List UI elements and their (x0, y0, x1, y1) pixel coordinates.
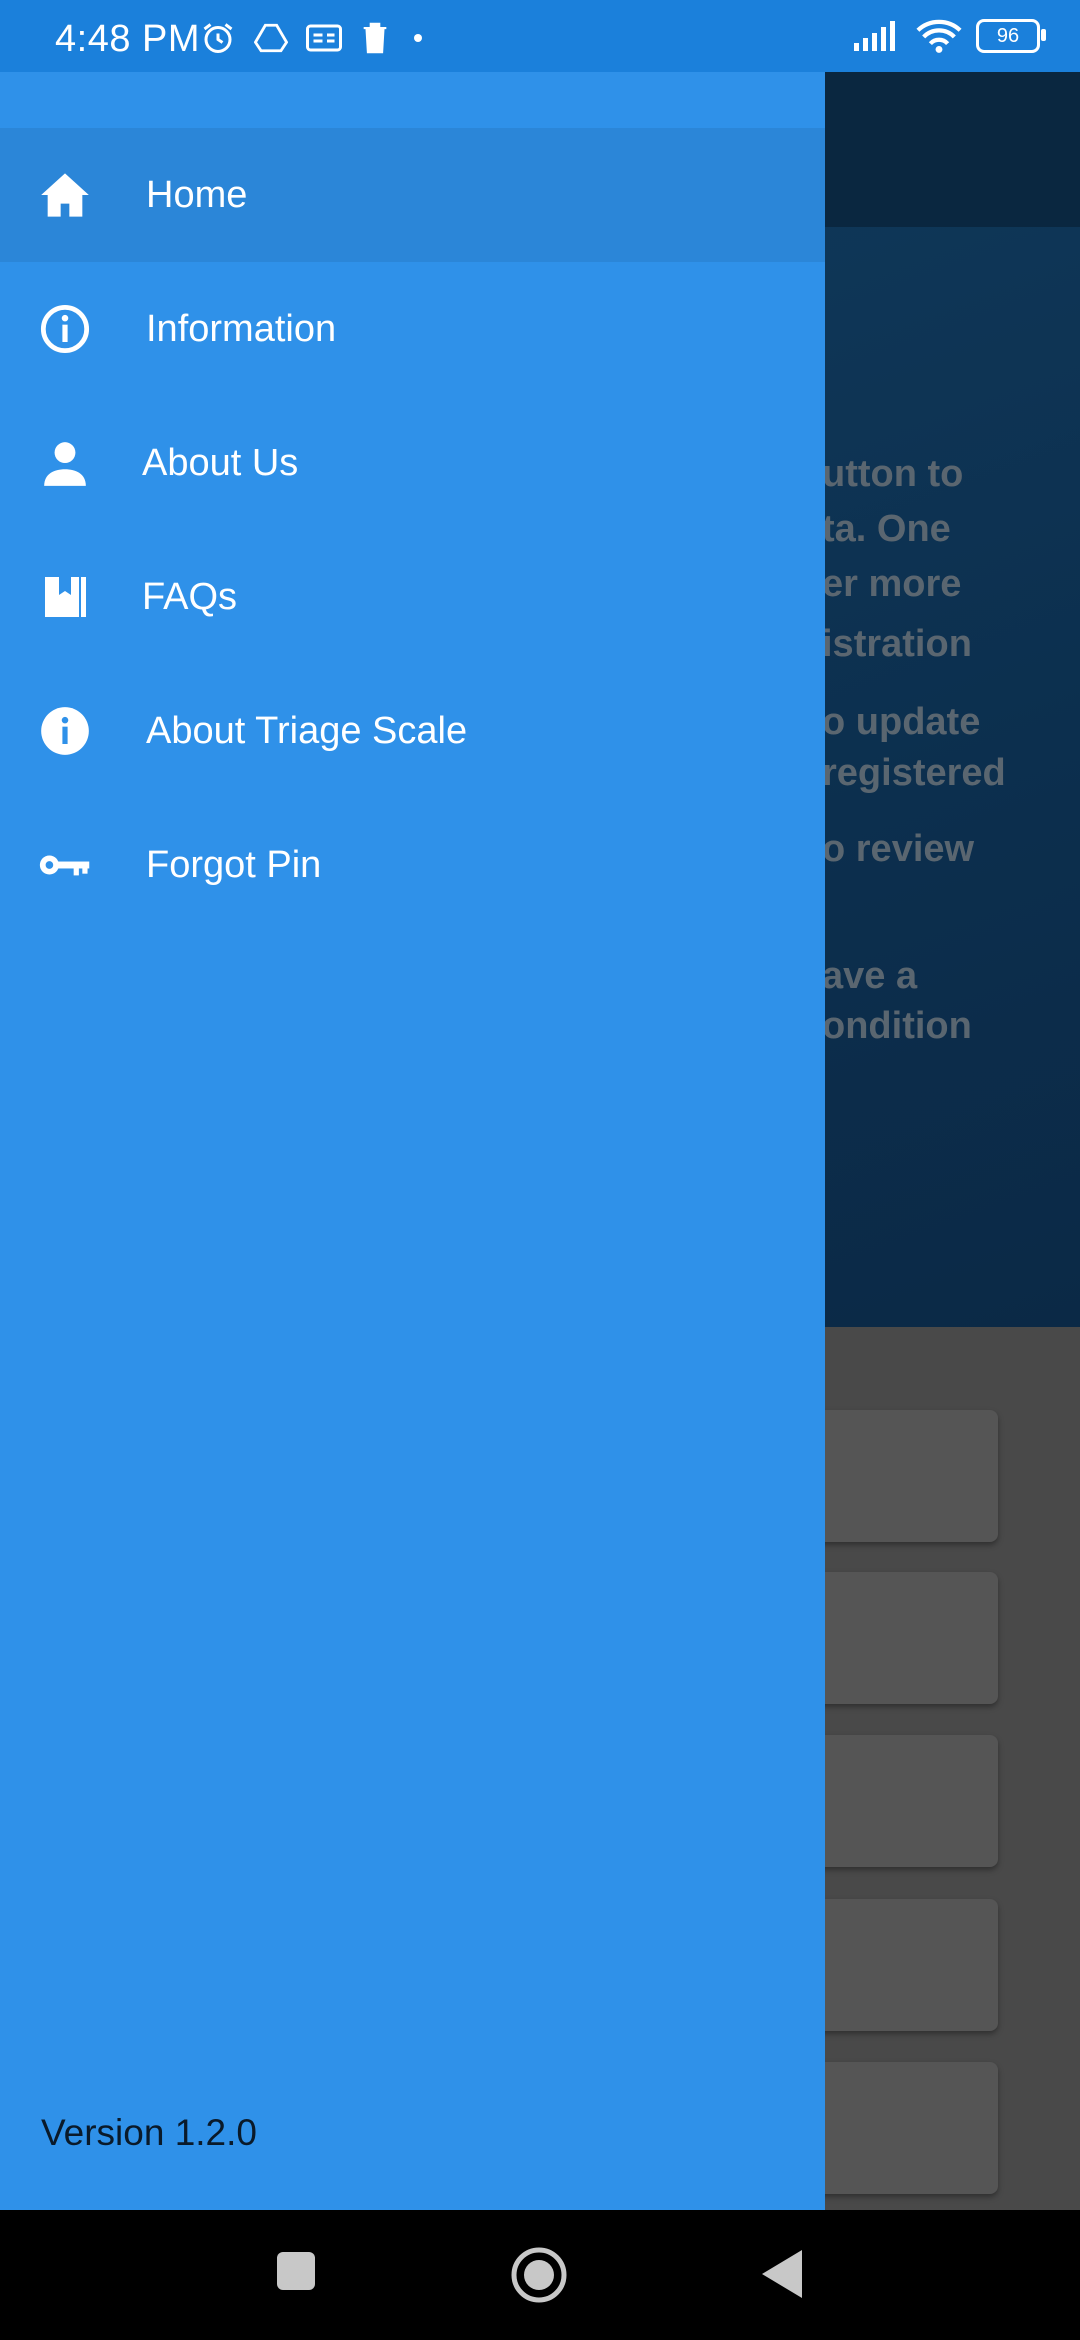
info-filled-icon (38, 704, 92, 758)
hero-text-line: registered (822, 752, 1006, 794)
status-bar: 4:48 PM 96 (0, 0, 1080, 72)
home-icon (38, 168, 92, 222)
card-icon (306, 24, 342, 52)
trash-icon (363, 22, 387, 54)
drawer-item-about-triage-scale[interactable]: About Triage Scale (0, 664, 825, 798)
drawer-item-label: Home (146, 173, 248, 216)
wifi-icon (916, 19, 962, 53)
hero-text-line: er more (822, 563, 962, 605)
system-icons: 96 (852, 18, 1046, 54)
drive-icon (254, 23, 288, 53)
drawer-item-label: About Us (142, 441, 299, 484)
drawer-item-about-us[interactable]: About Us (0, 396, 825, 530)
hero-text-line: o update (822, 701, 981, 743)
battery-icon: 96 (976, 19, 1046, 53)
drawer-item-information[interactable]: Information (0, 262, 825, 396)
system-nav-bar (0, 2210, 1080, 2340)
alarm-icon (203, 23, 233, 53)
drawer-item-label: FAQs (142, 575, 238, 618)
drawer-item-faqs[interactable]: FAQs (0, 530, 825, 664)
hero-text-line: istration (822, 623, 972, 665)
person-icon (38, 436, 92, 490)
hero-text-line: ta. One (822, 508, 951, 550)
signal-icon (854, 21, 895, 51)
drawer-item-label: Information (146, 307, 337, 350)
hero-text-line: o review (822, 828, 975, 870)
home-button[interactable] (510, 2246, 568, 2304)
hero-text-line: ave a (822, 955, 918, 997)
recents-button[interactable] (275, 2250, 317, 2292)
drawer-item-label: Forgot Pin (146, 843, 322, 886)
hero-text-line: ondition (822, 1005, 972, 1047)
navigation-drawer: Home Information About Us FAQs About Tri… (0, 72, 825, 2210)
key-icon (38, 838, 92, 892)
status-time: 4:48 PM (55, 18, 201, 60)
battery-level: 96 (996, 24, 1020, 47)
info-outline-icon (38, 302, 92, 356)
drawer-item-forgot-pin[interactable]: Forgot Pin (0, 798, 825, 932)
drawer-item-label: About Triage Scale (146, 709, 468, 752)
app-version: Version 1.2.0 (41, 2112, 257, 2153)
dot-icon (414, 34, 422, 42)
back-button[interactable] (760, 2248, 804, 2300)
hero-text-line: utton to (822, 453, 964, 495)
notification-icons (200, 20, 428, 56)
book-icon (38, 570, 92, 624)
drawer-item-home[interactable]: Home (0, 128, 825, 262)
drawer-header (0, 72, 825, 128)
